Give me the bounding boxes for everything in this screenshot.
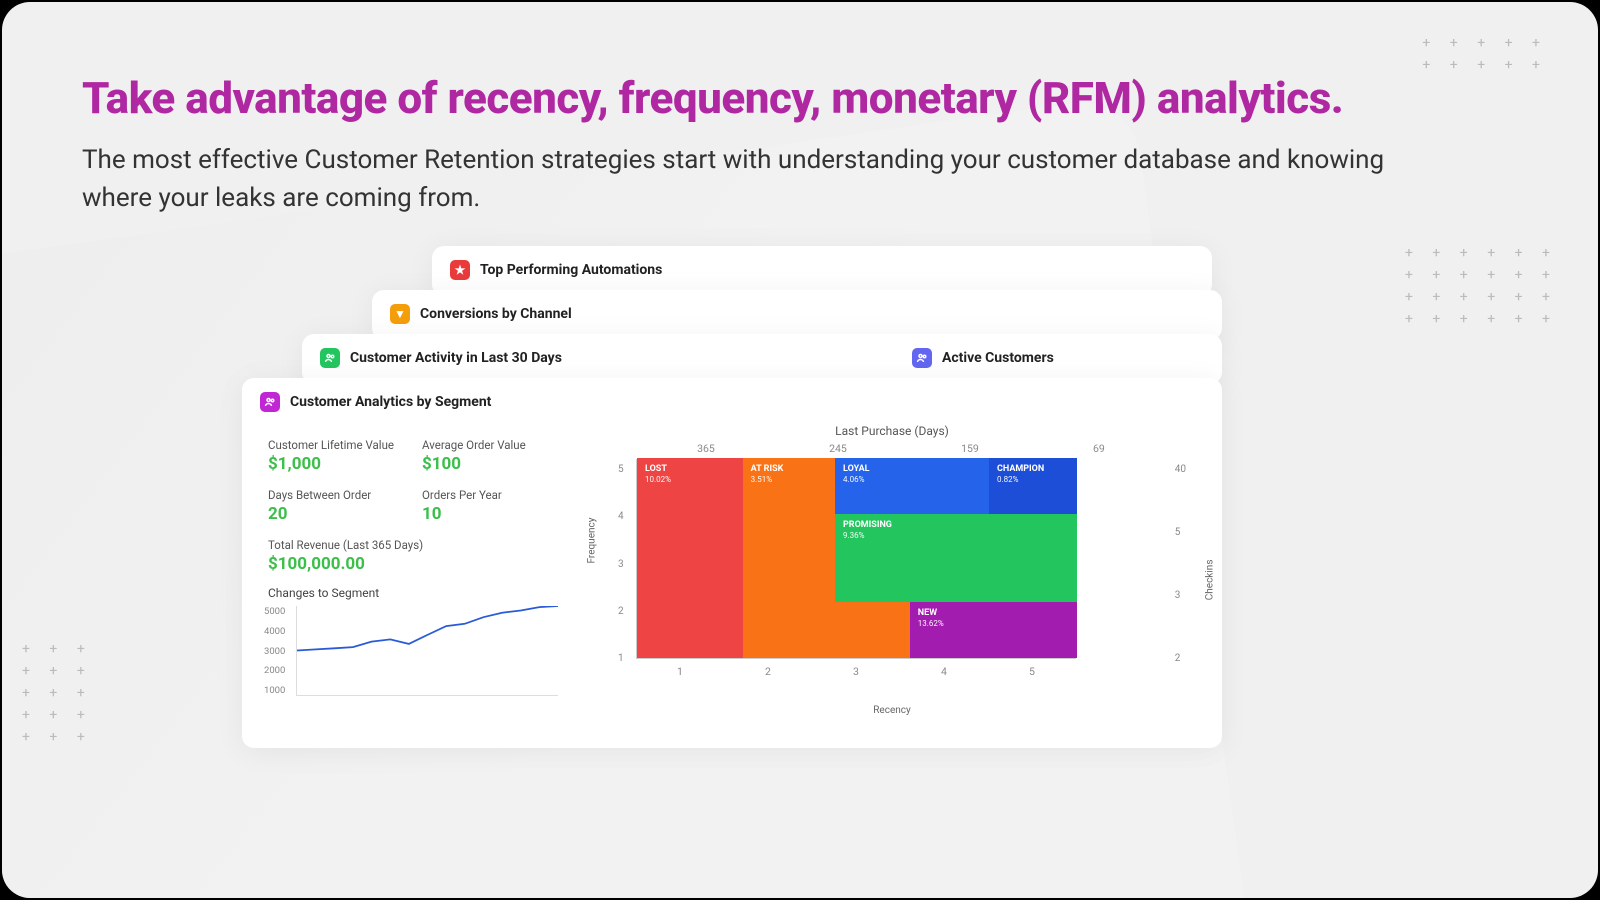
heatmap-panel: Last Purchase (Days) 365 245 159 69 1 2 … bbox=[588, 424, 1196, 714]
metrics-panel: Customer Lifetime Value $1,000 Average O… bbox=[268, 424, 558, 714]
card-conversions: ▼ Conversions by Channel bbox=[372, 290, 1222, 340]
rfm-heatmap: LOST10.02%AT RISK3.51%LOYAL4.06%CHAMPION… bbox=[636, 459, 1076, 659]
page-subhead: The most effective Customer Retention st… bbox=[82, 142, 1402, 217]
metric-opy: Orders Per Year 10 bbox=[422, 488, 558, 524]
heatmap-cell-at-risk-ext- bbox=[835, 602, 910, 658]
sparkline-chart: 5000 4000 3000 2000 1000 bbox=[268, 606, 558, 696]
card-title: Customer Activity in Last 30 Days bbox=[350, 350, 562, 366]
sparkline-title: Changes to Segment bbox=[268, 586, 558, 600]
metric-aov: Average Order Value $100 bbox=[422, 438, 558, 474]
users-icon bbox=[912, 348, 932, 368]
axis-label-frequency: Frequency bbox=[587, 518, 598, 564]
card-activity: Customer Activity in Last 30 Days Active… bbox=[302, 334, 1222, 384]
card-title: Customer Analytics by Segment bbox=[290, 394, 491, 410]
metric-rev: Total Revenue (Last 365 Days) $100,000.0… bbox=[268, 538, 558, 574]
heatmap-cell-at-risk: AT RISK3.51% bbox=[743, 458, 835, 658]
card-stack: ★ Top Performing Automations ▼ Conversio… bbox=[242, 246, 1222, 766]
funnel-icon: ▼ bbox=[390, 304, 410, 324]
heatmap-cell-lost: LOST10.02% bbox=[637, 458, 743, 658]
metric-dbo: Days Between Order 20 bbox=[268, 488, 404, 524]
axis-label-recency: Recency bbox=[873, 705, 911, 716]
heatmap-left-ticks: 1 2 3 4 5 bbox=[618, 464, 624, 664]
axis-label-checkins: Checkins bbox=[1205, 560, 1216, 601]
card-title: Top Performing Automations bbox=[480, 262, 662, 278]
heatmap-bottom-ticks: 1 2 3 4 5 bbox=[636, 665, 1076, 678]
users-icon bbox=[320, 348, 340, 368]
heatmap-right-ticks: 40 5 3 2 bbox=[1175, 464, 1186, 664]
metric-clv: Customer Lifetime Value $1,000 bbox=[268, 438, 404, 474]
card-title: Conversions by Channel bbox=[420, 306, 572, 322]
heatmap-title: Last Purchase (Days) bbox=[588, 424, 1196, 438]
decorative-plus-grid: + + ++ + ++ + ++ + ++ + + bbox=[22, 638, 93, 748]
heatmap-top-ticks: 365 245 159 69 bbox=[636, 442, 1166, 455]
page-headline: Take advantage of recency, frequency, mo… bbox=[82, 72, 1518, 124]
decorative-plus-grid: + + + + + ++ + + + + ++ + + + + ++ + + +… bbox=[1405, 242, 1558, 330]
heatmap-cell-loyal: LOYAL4.06% bbox=[835, 458, 989, 514]
heatmap-cell-champion: CHAMPION0.82% bbox=[989, 458, 1077, 514]
card-analytics-segment: Customer Analytics by Segment Customer L… bbox=[242, 378, 1222, 748]
fire-icon: ★ bbox=[450, 260, 470, 280]
users-icon bbox=[260, 392, 280, 412]
page-container: + + + + ++ + + + + + + + + + ++ + + + + … bbox=[2, 2, 1598, 898]
heatmap-cell-new: NEW13.62% bbox=[910, 602, 1077, 658]
card-title: Active Customers bbox=[942, 350, 1054, 366]
heatmap-cell-promising: PROMISING9.36% bbox=[835, 514, 1077, 602]
card-top-automations: ★ Top Performing Automations bbox=[432, 246, 1212, 296]
